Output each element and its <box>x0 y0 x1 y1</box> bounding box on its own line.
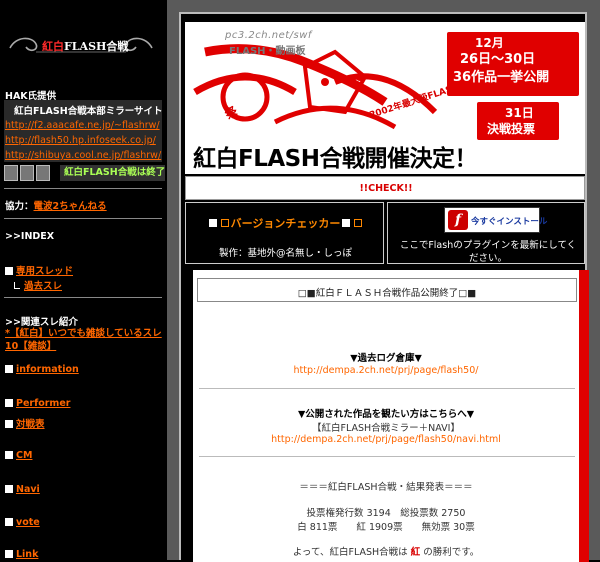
index-heading: >>INDEX <box>5 231 55 242</box>
banner-final-day: 31日 <box>505 106 534 120</box>
sidebar: 紅白FLASH合戦 HAK氏提供 紅白FLASH合戦本部ミラーサイト http:… <box>0 0 165 560</box>
mirror-link-3[interactable]: http://shibuya.cool.ne.jp/flashrw/ <box>5 150 161 161</box>
sidebar-divider <box>4 297 162 298</box>
sidebar-item-matchups[interactable]: 対戦表 <box>5 416 45 430</box>
check-label: !!CHECK!! <box>359 183 413 194</box>
view-subtitle: 【紅白FLASH合戦ミラー＋NAVI】 <box>312 423 460 434</box>
sidebar-item-label: information <box>16 364 79 375</box>
bullet-icon <box>5 267 13 275</box>
square-icon <box>208 219 217 227</box>
content-divider <box>199 388 575 389</box>
mirror-title: 紅白FLASH合戦本部ミラーサイト <box>14 106 163 117</box>
related-link[interactable]: *【紅白】いつでも雑談しているスレ10【雑談】 <box>5 327 165 353</box>
sidebar-item-label: 対戦表 <box>16 419 45 430</box>
version-checker-title: バージョンチェッカー <box>230 217 341 230</box>
content-divider <box>199 456 575 457</box>
sidebar-item-navi[interactable]: Navi <box>5 484 40 495</box>
bullet-icon <box>5 550 13 558</box>
sidebar-item-performer[interactable]: Performer <box>5 398 70 409</box>
results-votes: 白 811票 紅 1909票 無効票 30票 <box>297 522 475 533</box>
banner-date-range: 26日〜30日 <box>460 52 536 67</box>
sidebar-item-label: Navi <box>16 484 40 495</box>
sidebar-item-information[interactable]: information <box>5 364 79 375</box>
sidebar-item-link[interactable]: Link <box>5 549 38 560</box>
content-red-bar <box>579 270 589 562</box>
install-button-label: 今すぐインストール <box>471 217 548 227</box>
bullet-icon <box>5 518 13 526</box>
content-header: □■紅白ＦＬＡＳＨ合戦作品公開終了□■ <box>297 288 477 299</box>
content-header-box: □■紅白ＦＬＡＳＨ合戦作品公開終了□■ <box>197 278 577 302</box>
banner-board-name: FLASH・動画板 <box>229 46 306 57</box>
square-outline-icon <box>220 219 229 227</box>
ticker-row: 紅白FLASH合戦は終了しました <box>4 165 165 181</box>
conclusion-winner: 紅 <box>410 547 421 558</box>
check-bar: !!CHECK!! <box>185 176 585 200</box>
sidebar-logo: 紅白FLASH合戦 <box>6 32 156 60</box>
version-checker-author: 製作：基地外@名無し・しっぽ <box>218 248 352 259</box>
bullet-icon <box>5 420 13 428</box>
bullet-icon <box>5 365 13 373</box>
ticker-text: 紅白FLASH合戦は終了しました <box>60 165 165 181</box>
sidebar-item-thread[interactable]: 専用スレッド <box>5 263 73 277</box>
related-heading: >>関連スレ紹介 <box>5 317 78 328</box>
results-totals: 投票権発行数 3194 総投票数 2750 <box>306 508 466 519</box>
results-conclusion: よって、紅白FLASH合戦は 紅 の勝利です。 <box>193 544 579 558</box>
install-description: ここでFlashのプラグインを最新にしてください。 <box>399 240 577 264</box>
banner-final-vote: 決戦投票 <box>487 122 536 136</box>
ticker-square <box>20 165 34 181</box>
banner-main-title: 紅白FLASH合戦開催決定！ <box>193 146 477 172</box>
results-heading: ＝＝＝紅白FLASH合戦・結果発表＝＝＝ <box>299 482 473 493</box>
main-frame: pc3.2ch.net/swf FLASH・動画板 祭 2002年最大級FLAS… <box>179 12 589 562</box>
banner-board-url: pc3.2ch.net/swf <box>225 30 312 41</box>
sidebar-divider <box>4 218 162 219</box>
install-now-button[interactable]: f 今すぐインストール <box>444 207 547 233</box>
sidebar-item-label: 過去スレ <box>24 281 63 292</box>
sidebar-item-label: vote <box>16 517 40 528</box>
square-outline-icon <box>354 219 363 227</box>
square-icon <box>342 219 351 227</box>
sidebar-item-label: Performer <box>16 398 71 409</box>
tree-corner-icon <box>14 282 20 289</box>
cooperation-link[interactable]: 電波2ちゃんねる <box>34 201 107 212</box>
view-link[interactable]: http://dempa.2ch.net/prj/page/flash50/na… <box>193 434 579 445</box>
sidebar-item-label: 専用スレッド <box>16 266 74 277</box>
sidebar-divider <box>4 188 162 189</box>
event-banner[interactable]: pc3.2ch.net/swf FLASH・動画板 祭 2002年最大級FLAS… <box>185 22 585 174</box>
bullet-icon <box>5 451 13 459</box>
archive-link[interactable]: http://dempa.2ch.net/prj/page/flash50/ <box>193 365 579 376</box>
sidebar-item-label: CM <box>16 450 33 461</box>
archive-heading: ▼過去ログ倉庫▼ <box>350 353 422 364</box>
flash-logo-icon: f <box>448 210 468 230</box>
conclusion-prefix: よって、紅白FLASH合戦は <box>292 547 408 558</box>
flash-install-cell: f 今すぐインストール ここでFlashのプラグインを最新にしてください。 <box>387 202 585 264</box>
sidebar-item-vote[interactable]: vote <box>5 517 40 528</box>
conclusion-suffix: の勝利です。 <box>423 547 480 558</box>
cooperation-label: 協力： <box>5 201 34 212</box>
view-heading: ▼公開された作品を観たい方はこちらへ▼ <box>297 409 475 420</box>
mirror-link-2[interactable]: http://flash50.hp.infoseek.co.jp/ <box>5 135 156 146</box>
mirror-link-1[interactable]: http://f2.aaacafe.ne.jp/~flashrw/ <box>5 120 160 131</box>
banner-date-desc: 36作品一挙公開 <box>453 70 550 85</box>
ticker-square <box>4 165 18 181</box>
bullet-icon <box>5 485 13 493</box>
version-checker-link[interactable]: バージョンチェッカー <box>186 215 385 231</box>
logo-text: FLASH合戦 <box>64 40 129 53</box>
sidebar-item-label: Link <box>16 549 39 560</box>
version-checker-cell: バージョンチェッカー 製作：基地外@名無し・しっぽ <box>185 202 384 264</box>
logo-text-red: 紅白 <box>42 40 64 53</box>
cooperation: 協力：電波2ちゃんねる <box>5 198 107 212</box>
bullet-icon <box>5 399 13 407</box>
ticker-square <box>36 165 50 181</box>
main-area: pc3.2ch.net/swf FLASH・動画板 祭 2002年最大級FLAS… <box>167 0 600 562</box>
sidebar-item-cm[interactable]: CM <box>5 450 32 461</box>
content-panel: □■紅白ＦＬＡＳＨ合戦作品公開終了□■ ▼過去ログ倉庫▼ http://demp… <box>193 270 589 562</box>
sidebar-item-past-threads[interactable]: 過去スレ <box>14 278 62 292</box>
